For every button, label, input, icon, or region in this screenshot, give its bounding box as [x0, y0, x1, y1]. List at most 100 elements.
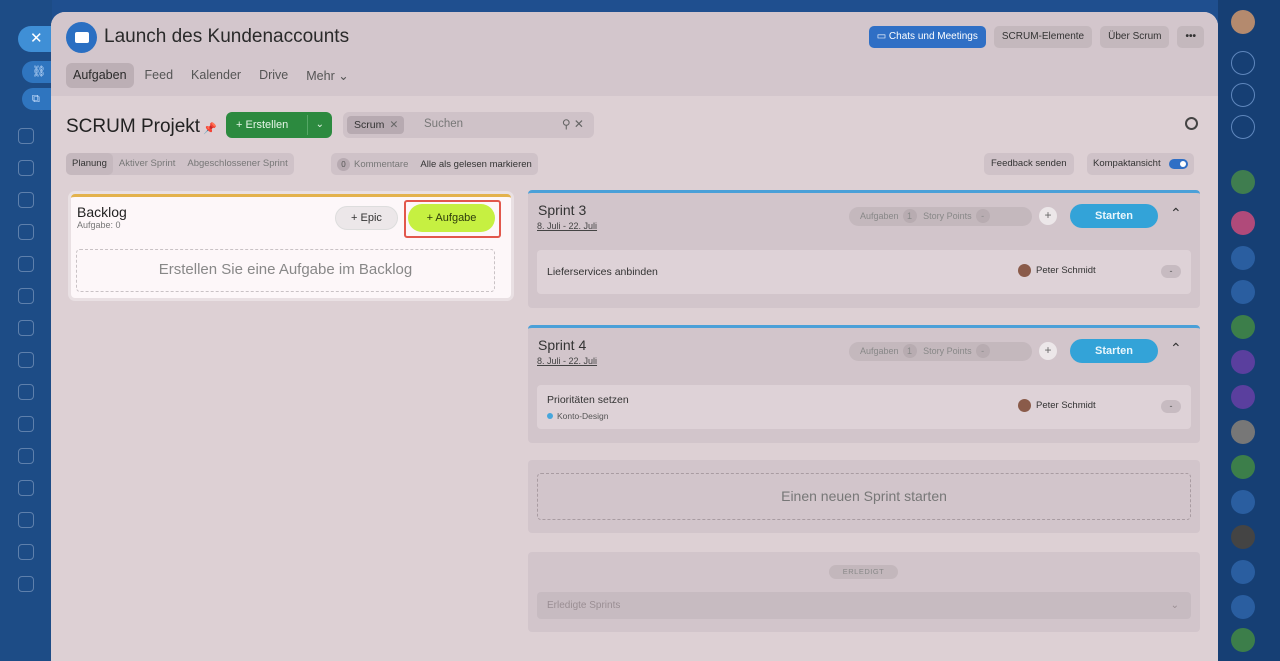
- link-icon[interactable]: ⛓: [22, 61, 52, 83]
- task-assignee[interactable]: Peter Schmidt: [1018, 264, 1096, 277]
- tab-drive[interactable]: Drive: [252, 63, 295, 88]
- video-icon: ▭: [876, 31, 889, 42]
- start-sprint-button[interactable]: Starten: [1070, 339, 1158, 363]
- task-row[interactable]: Lieferservices anbinden Peter Schmidt -: [537, 250, 1191, 294]
- add-epic-button[interactable]: + Epic: [335, 206, 398, 230]
- epic-tag[interactable]: Konto-Design: [547, 411, 609, 421]
- calendar-icon[interactable]: [18, 224, 34, 240]
- tab-completed-sprint[interactable]: Abgeschlossener Sprint: [181, 153, 293, 175]
- filter-icon[interactable]: [18, 448, 34, 464]
- copilot-icon[interactable]: [1231, 83, 1255, 107]
- sidebar-icon-9[interactable]: [18, 384, 34, 400]
- sprint-metrics: Aufgaben 1 Story Points -: [849, 342, 1032, 361]
- completed-sprints-dropdown[interactable]: Erledigte Sprints ⌄: [537, 592, 1191, 619]
- compact-view-toggle[interactable]: Kompaktansicht: [1087, 153, 1194, 175]
- tab-aufgaben[interactable]: Aufgaben: [66, 63, 134, 88]
- avatar: [1018, 264, 1031, 277]
- story-points-pill[interactable]: -: [1161, 265, 1181, 278]
- tab-feed[interactable]: Feed: [138, 63, 181, 88]
- collapse-icon[interactable]: ⌃: [1170, 340, 1182, 357]
- scrum-elements-button[interactable]: SCRUM-Elemente: [993, 26, 1093, 48]
- mail-icon[interactable]: [18, 352, 34, 368]
- pen-icon[interactable]: [18, 416, 34, 432]
- avatar[interactable]: [1231, 315, 1255, 339]
- story-points-label: Story Points: [923, 346, 972, 356]
- search-icon[interactable]: ⚲ ✕: [562, 117, 584, 131]
- chevron-down-icon: ⌄: [338, 69, 349, 83]
- add-task-button[interactable]: + Aufgabe: [408, 204, 495, 232]
- sidebar-icon-3[interactable]: [18, 192, 34, 208]
- tasks-icon[interactable]: [18, 320, 34, 336]
- sprint-dates[interactable]: 8. Juli - 22. Juli: [537, 356, 597, 366]
- sidebar-icon-12[interactable]: [18, 480, 34, 496]
- task-title[interactable]: Prioritäten setzen: [547, 394, 629, 406]
- avatar[interactable]: [1231, 420, 1255, 444]
- tab-mehr[interactable]: Mehr ⌄: [299, 63, 355, 88]
- chat-icon[interactable]: [1231, 350, 1255, 374]
- chevron-down-icon[interactable]: ⌄: [316, 112, 324, 138]
- tab-kalender[interactable]: Kalender: [184, 63, 248, 88]
- comments-bar: 0 Kommentare Alle als gelesen markieren: [331, 153, 538, 175]
- avatar[interactable]: [1231, 280, 1255, 304]
- sidebar-icon-5[interactable]: [18, 256, 34, 272]
- tasks-label: Aufgaben: [860, 346, 899, 356]
- lock-icon[interactable]: [1231, 628, 1255, 652]
- task-row[interactable]: Prioritäten setzen Konto-Design Peter Sc…: [537, 385, 1191, 429]
- sprint-dates[interactable]: 8. Juli - 22. Juli: [537, 221, 597, 231]
- pin-icon[interactable]: 📌: [203, 122, 217, 135]
- new-sprint-button[interactable]: Einen neuen Sprint starten: [537, 473, 1191, 520]
- tab-planung[interactable]: Planung: [66, 153, 113, 175]
- sprint-card: Sprint 4 8. Juli - 22. Juli Aufgaben 1 St…: [528, 325, 1200, 443]
- create-button[interactable]: + Erstellen ⌄: [226, 112, 332, 138]
- chats-meetings-button[interactable]: ▭ Chats und Meetings: [868, 26, 986, 48]
- sidebar-icon-13[interactable]: [18, 512, 34, 528]
- create-label: + Erstellen: [236, 119, 289, 131]
- backlog-empty-dropzone[interactable]: Erstellen Sie eine Aufgabe im Backlog: [76, 249, 495, 292]
- story-points-value: -: [975, 209, 990, 223]
- lock-icon[interactable]: [1231, 560, 1255, 584]
- sidebar-icon-15[interactable]: [18, 576, 34, 592]
- task-assignee[interactable]: Peter Schmidt: [1018, 399, 1096, 412]
- lock-icon[interactable]: [1231, 455, 1255, 479]
- toggle-switch[interactable]: [1168, 159, 1188, 169]
- story-points-value: -: [975, 344, 990, 358]
- chip-close-icon[interactable]: ✕: [390, 116, 399, 134]
- chat-icon[interactable]: [1231, 385, 1255, 409]
- folder-icon: [66, 22, 97, 53]
- open-external-icon[interactable]: ⧉: [22, 88, 52, 110]
- mark-all-read-button[interactable]: Alle als gelesen markieren: [420, 159, 531, 170]
- tab-active-sprint[interactable]: Aktiver Sprint: [113, 153, 182, 175]
- tasks-count: 1: [902, 344, 917, 358]
- feedback-button[interactable]: Feedback senden: [984, 153, 1074, 175]
- filter-chip-label: Scrum: [354, 119, 385, 131]
- start-sprint-button[interactable]: Starten: [1070, 204, 1158, 228]
- calendar-chat-icon[interactable]: [1231, 211, 1255, 235]
- lock-icon[interactable]: [1231, 490, 1255, 514]
- user-avatar[interactable]: [1231, 10, 1255, 34]
- avatar[interactable]: [1231, 170, 1255, 194]
- task-title[interactable]: Lieferservices anbinden: [547, 266, 658, 278]
- add-to-sprint-button[interactable]: +: [1039, 207, 1057, 225]
- filter-chip[interactable]: Scrum ✕: [347, 116, 405, 134]
- sidebar-icon-6[interactable]: [18, 288, 34, 304]
- search-placeholder: Suchen: [424, 118, 464, 130]
- about-scrum-button[interactable]: Über Scrum: [1100, 26, 1170, 48]
- search-icon[interactable]: [1231, 115, 1255, 139]
- tasks-count: 1: [902, 209, 917, 223]
- sidebar-icon-1[interactable]: [18, 128, 34, 144]
- divider: [307, 115, 308, 135]
- story-points-pill[interactable]: -: [1161, 400, 1181, 413]
- search-input[interactable]: Scrum ✕ Suchen ⚲ ✕: [343, 112, 594, 138]
- cart-icon[interactable]: [18, 544, 34, 560]
- sidebar-icon-2[interactable]: [18, 160, 34, 176]
- more-menu-button[interactable]: •••: [1177, 26, 1204, 48]
- gear-icon[interactable]: [1185, 117, 1198, 130]
- close-icon[interactable]: ✕: [18, 26, 52, 52]
- avatar[interactable]: [1231, 525, 1255, 549]
- project-window: Launch des Kundenaccounts Aufgaben Feed …: [51, 12, 1218, 661]
- bell-icon[interactable]: [1231, 51, 1255, 75]
- add-to-sprint-button[interactable]: +: [1039, 342, 1057, 360]
- avatar[interactable]: [1231, 246, 1255, 270]
- lock-icon[interactable]: [1231, 595, 1255, 619]
- collapse-icon[interactable]: ⌃: [1170, 205, 1182, 222]
